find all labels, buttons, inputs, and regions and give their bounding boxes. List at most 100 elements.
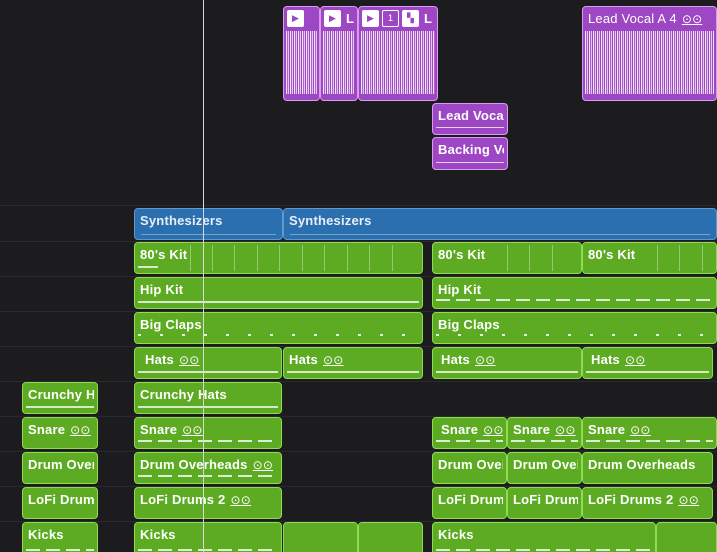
region-title: Hats ⊙⊙: [591, 352, 646, 367]
midi-notes: [141, 234, 276, 235]
drummer-region-80s-kit-1[interactable]: 80's Kit: [134, 242, 423, 274]
quick-swipe-comp-icon[interactable]: ▚: [402, 10, 419, 27]
region-title: Drum Overheads ⊙⊙: [140, 457, 274, 472]
region-lofi-drums-left[interactable]: LoFi Drums: [22, 487, 98, 519]
pattern-indicator: [436, 334, 713, 336]
region-title: Hats ⊙⊙: [441, 352, 496, 367]
region-title: Lead Vocal A 4 ⊙⊙: [588, 11, 703, 26]
region-title: Drum Overheads: [588, 457, 696, 472]
loop-region-snare-left[interactable]: Snare ⊙⊙: [22, 417, 98, 449]
arrangement-area[interactable]: ▶ ▶ L ▶ 1 ▚ L Lead Vocal A 4 ⊙⊙ Lead Voca …: [0, 0, 717, 552]
region-title: Synthesizers: [140, 213, 223, 228]
region-title: Crunchy H: [28, 387, 94, 402]
loop-icon: ⊙⊙: [178, 353, 200, 367]
region-kicks-2[interactable]: [283, 522, 358, 552]
pattern-indicator: [287, 371, 419, 373]
pattern-indicator: [138, 334, 419, 336]
waveform: [323, 31, 355, 94]
loop-region-snare-1[interactable]: Snare ⊙⊙: [134, 417, 282, 449]
region-title: Kicks: [140, 527, 176, 542]
waveform-line: [436, 162, 504, 163]
region-title: Snare ⊙⊙: [140, 422, 203, 437]
region-title: Big Claps: [140, 317, 202, 332]
region-title: Snare ⊙⊙: [28, 422, 91, 437]
pattern-indicator: [138, 301, 419, 303]
loop-icon: ⊙⊙: [630, 423, 651, 437]
region-title: Lead Voca: [438, 108, 504, 123]
region-title: 80's Kit: [438, 247, 486, 262]
region-lofi-drum-c[interactable]: LoFi Drum: [507, 487, 582, 519]
pattern-indicator: [26, 549, 94, 551]
audio-region-backing-vocal[interactable]: Backing Vo: [432, 137, 508, 170]
region-title: Big Claps: [438, 317, 500, 332]
audio-region-lead-vocal-a4[interactable]: Lead Vocal A 4 ⊙⊙: [582, 6, 717, 101]
region-drum-overheads-3[interactable]: Drum Ovei: [507, 452, 582, 484]
pattern-indicator: [138, 406, 278, 408]
drummer-region-big-claps-2[interactable]: Big Claps: [432, 312, 717, 344]
playhead[interactable]: [203, 0, 204, 552]
region-title: Synthesizers: [289, 213, 372, 228]
pattern-indicator: [586, 371, 709, 373]
region-title: Snare ⊙⊙: [588, 422, 651, 437]
region-lofi-drum-b[interactable]: LoFi Drum: [432, 487, 507, 519]
region-title: Hats ⊙⊙: [289, 352, 344, 367]
audio-region-lead-vocal-take-1[interactable]: ▶: [283, 6, 320, 101]
play-take-icon[interactable]: ▶: [362, 10, 379, 27]
drummer-region-big-claps-1[interactable]: Big Claps: [134, 312, 423, 344]
region-title: LoFi Drums 2 ⊙⊙: [140, 492, 251, 507]
waveform: [361, 31, 435, 94]
pattern-indicator: [138, 440, 278, 442]
loop-region-lofi-drums-2-a[interactable]: LoFi Drums 2 ⊙⊙: [134, 487, 282, 519]
play-take-icon[interactable]: ▶: [287, 10, 304, 27]
loop-region-snare-2[interactable]: Snare ⊙⊙: [432, 417, 507, 449]
midi-region-synthesizers-2[interactable]: Synthesizers: [283, 208, 717, 240]
drummer-region-hip-kit-1[interactable]: Hip Kit: [134, 277, 423, 309]
drummer-region-hip-kit-2[interactable]: Hip Kit: [432, 277, 717, 309]
loop-region-hats-3[interactable]: Hats ⊙⊙: [432, 347, 582, 379]
region-title: Drum Over: [28, 457, 94, 472]
take-number-badge[interactable]: 1: [382, 10, 399, 27]
loop-icon: ⊙⊙: [322, 353, 344, 367]
lane-separator: [0, 381, 717, 382]
loop-region-snare-3[interactable]: Snare ⊙⊙: [507, 417, 582, 449]
loop-icon: ⊙⊙: [678, 493, 699, 507]
region-title: Drum Ovei: [438, 457, 503, 472]
region-drum-overheads-4[interactable]: Drum Overheads: [582, 452, 713, 484]
region-kicks-5[interactable]: [656, 522, 717, 552]
pattern-indicator: [511, 440, 578, 442]
region-drum-overheads-2[interactable]: Drum Ovei: [432, 452, 507, 484]
loop-region-drum-overheads-1[interactable]: Drum Overheads ⊙⊙: [134, 452, 282, 484]
region-drum-overheads-left[interactable]: Drum Over: [22, 452, 98, 484]
loop-region-hats-1[interactable]: Hats ⊙⊙: [134, 347, 282, 379]
midi-region-synthesizers-1[interactable]: Synthesizers: [134, 208, 283, 240]
drummer-region-80s-kit-3[interactable]: 80's Kit: [582, 242, 717, 274]
region-kicks-4[interactable]: Kicks: [432, 522, 656, 552]
loop-region-snare-4[interactable]: Snare ⊙⊙: [582, 417, 717, 449]
audio-region-lead-vocal-take-3[interactable]: ▶ 1 ▚ L: [358, 6, 438, 101]
region-title: Drum Ovei: [513, 457, 578, 472]
play-take-icon[interactable]: ▶: [324, 10, 341, 27]
waveform-line: [436, 127, 504, 128]
region-title: 80's Kit: [588, 247, 636, 262]
region-kicks-3[interactable]: [358, 522, 423, 552]
region-kicks-1[interactable]: Kicks: [134, 522, 282, 552]
loop-icon: ⊙⊙: [230, 493, 251, 507]
region-title: Kicks: [28, 527, 64, 542]
region-title: Hip Kit: [140, 282, 184, 297]
loop-icon: ⊙⊙: [681, 12, 703, 26]
audio-region-lead-vocal-small[interactable]: Lead Voca: [432, 103, 508, 135]
pattern-indicator: [26, 406, 94, 408]
loop-region-lofi-drums-2-d[interactable]: LoFi Drums 2 ⊙⊙: [582, 487, 713, 519]
drummer-region-80s-kit-2[interactable]: 80's Kit: [432, 242, 582, 274]
region-title: LoFi Drum: [513, 492, 578, 507]
pattern-indicator: [436, 440, 503, 442]
region-kicks-left[interactable]: Kicks: [22, 522, 98, 552]
loop-region-hats-2[interactable]: Hats ⊙⊙: [283, 347, 423, 379]
audio-region-lead-vocal-take-2[interactable]: ▶ L: [320, 6, 358, 101]
pattern-indicator: [138, 549, 278, 551]
region-crunchy-hats[interactable]: Crunchy Hats: [134, 382, 282, 414]
midi-notes: [290, 234, 710, 235]
region-crunchy-hats-short[interactable]: Crunchy H: [22, 382, 98, 414]
pattern-indicator: [138, 371, 278, 373]
loop-region-hats-4[interactable]: Hats ⊙⊙: [582, 347, 713, 379]
